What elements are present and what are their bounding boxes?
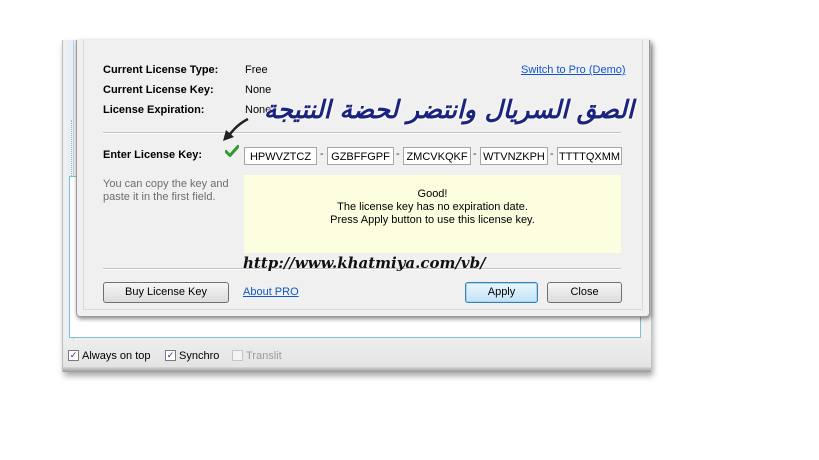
license-dialog: Current License Type: Free Switch to Pro… (76, 40, 650, 317)
license-expiration-label: License Expiration: (103, 104, 205, 116)
always-on-top-label[interactable]: Always on top (82, 350, 150, 362)
key-separator: - (473, 148, 477, 160)
synchro-checkbox[interactable]: ✓ (165, 350, 176, 361)
synchro-label[interactable]: Synchro (179, 350, 219, 362)
result-apply-instruction: Press Apply button to use this license k… (330, 214, 535, 226)
license-type-label: Current License Type: (103, 64, 219, 76)
license-type-value: Free (245, 64, 268, 76)
about-pro-link[interactable]: About PRO (243, 286, 299, 298)
validation-result-panel: Good! The license key has no expiration … (244, 175, 621, 253)
key-separator: - (550, 148, 554, 160)
url-watermark: http://www.khatmiya.com/vb/ (243, 254, 486, 272)
apply-button[interactable]: Apply (465, 282, 538, 303)
buy-license-key-button[interactable]: Buy License Key (103, 282, 229, 303)
translit-label[interactable]: Translit (246, 350, 282, 362)
close-button[interactable]: Close (547, 282, 622, 303)
paste-hint-line2: paste it in the first field. (103, 191, 216, 203)
result-status: Good! (417, 188, 448, 200)
arabic-caption-overlay: الصق السريال وانتضر لحضة النتيجة (264, 95, 634, 124)
key-field-1[interactable]: HPWVZTCZ (244, 147, 317, 165)
key-separator: - (320, 148, 324, 160)
license-key-label: Current License Key: (103, 84, 214, 96)
switch-to-pro-link[interactable]: Switch to Pro (Demo) (521, 64, 626, 76)
result-expiration-message: The license key has no expiration date. (337, 201, 528, 213)
window-bottom-edge (63, 367, 651, 372)
separator-top (103, 132, 621, 134)
key-field-4[interactable]: WTVNZKPH (480, 147, 548, 165)
enter-license-key-label: Enter License Key: (103, 149, 203, 161)
always-on-top-checkbox[interactable]: ✓ (68, 350, 79, 361)
key-separator: - (396, 148, 400, 160)
paste-hint-line1: You can copy the key and (103, 178, 229, 190)
key-field-5[interactable]: TTTTQXMM (557, 147, 622, 165)
key-field-3[interactable]: ZMCVKQKF (403, 147, 471, 165)
translit-checkbox[interactable] (232, 350, 243, 361)
key-field-2[interactable]: GZBFFGPF (327, 147, 394, 165)
valid-checkmark-icon (225, 145, 239, 157)
pointer-arrow-icon (223, 117, 249, 141)
